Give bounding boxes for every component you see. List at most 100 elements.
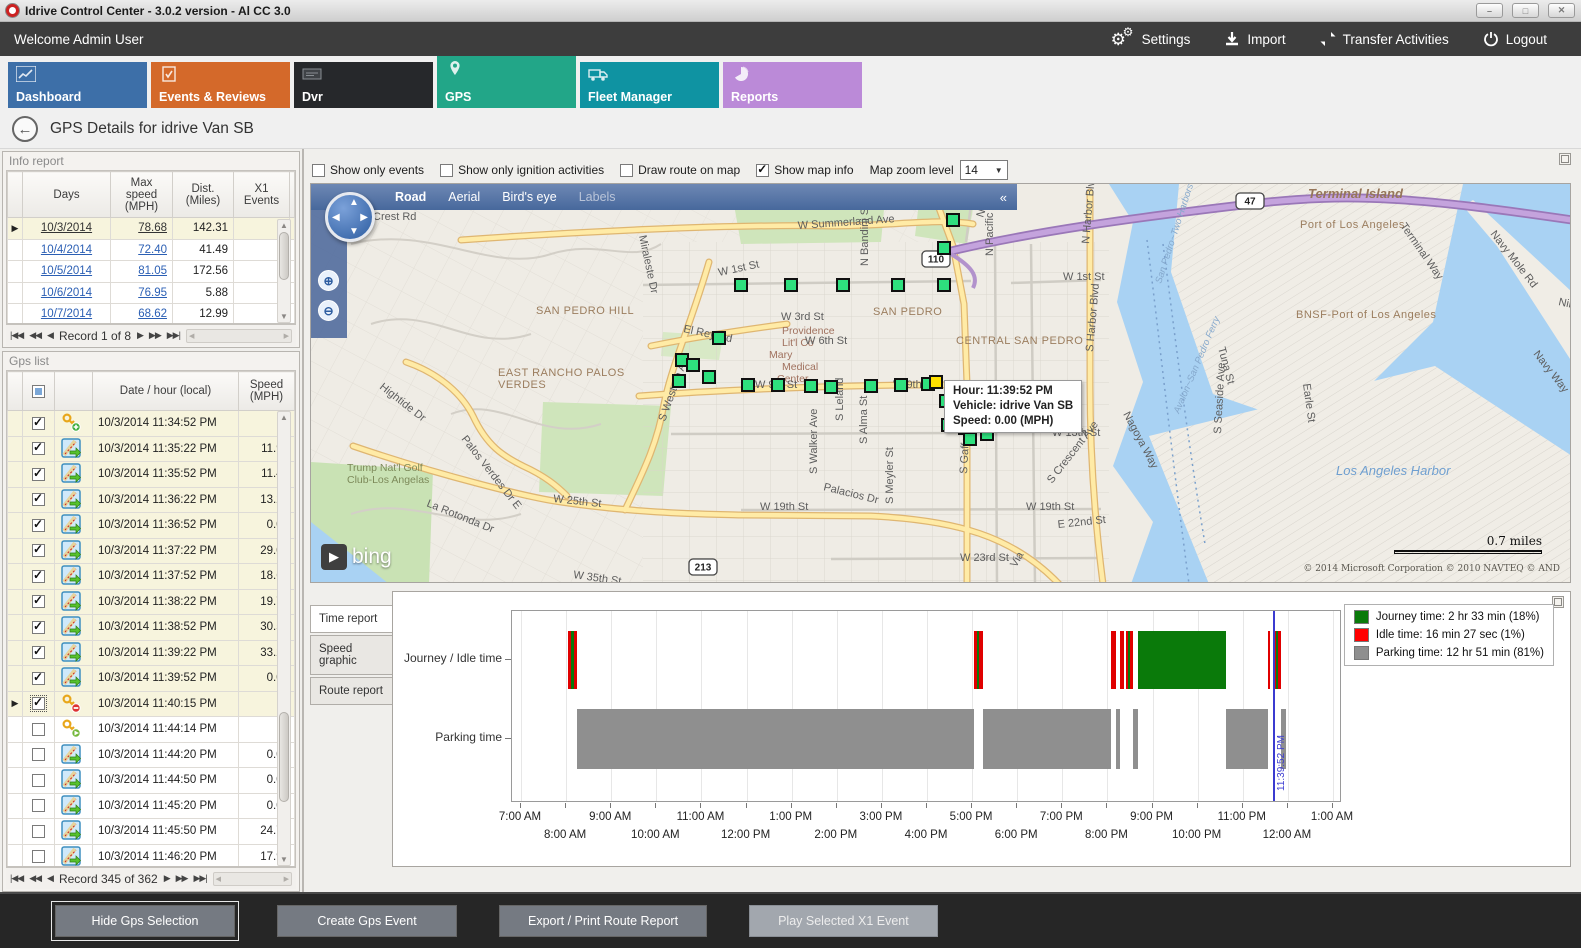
row-checkbox[interactable]	[32, 519, 45, 532]
map-option-draw-route-on-map[interactable]: Draw route on map	[620, 163, 740, 177]
gps-marker[interactable]	[735, 279, 747, 291]
gps-marker[interactable]	[865, 380, 877, 392]
gps-table-row[interactable]: 10/3/2014 11:44:20 PM0.00	[8, 742, 295, 768]
row-checkbox[interactable]	[32, 570, 45, 583]
create-gps-event-button[interactable]: Create Gps Event	[277, 905, 457, 937]
gps-table-row[interactable]: 10/3/2014 11:36:52 PM0.00	[8, 513, 295, 539]
info-table-row[interactable]: ▶10/3/201478.68142.310	[8, 218, 295, 240]
row-checkbox[interactable]	[32, 646, 45, 659]
map[interactable]: Road Aerial Bird's eye Labels « ▲▼ ◀▶ ⊕ …	[310, 183, 1571, 583]
gps-marker[interactable]	[837, 279, 849, 291]
info-column-header[interactable]: Max speed (MPH)	[111, 172, 173, 218]
select-all-checkbox[interactable]	[32, 385, 45, 398]
next-icon[interactable]: ▶	[137, 330, 143, 341]
gps-table-row[interactable]: 10/3/2014 11:45:20 PM0.00	[8, 793, 295, 819]
prev-group-icon[interactable]: ◀◀	[29, 873, 41, 884]
gps-marker[interactable]	[895, 379, 907, 391]
gps-marker[interactable]	[938, 279, 950, 291]
selected-gps-marker[interactable]	[930, 376, 942, 388]
gps-marker[interactable]	[892, 279, 904, 291]
gps-marker[interactable]	[805, 380, 817, 392]
row-checkbox[interactable]	[32, 442, 45, 455]
info-column-header[interactable]: X1 Events	[234, 172, 290, 218]
map-style-labels[interactable]: Labels	[579, 190, 616, 204]
gps-marker[interactable]	[947, 214, 959, 226]
next-group-icon[interactable]: ▶▶	[149, 330, 161, 341]
export-print-route-report-button[interactable]: Export / Print Route Report	[499, 905, 707, 937]
day-link[interactable]: 10/7/2014	[41, 308, 92, 320]
max-speed-link[interactable]: 81.05	[138, 265, 167, 277]
row-checkbox[interactable]	[32, 672, 45, 685]
map-style-birdseye[interactable]: Bird's eye	[502, 190, 557, 204]
gps-table-row[interactable]: 10/3/2014 11:44:14 PM	[8, 717, 295, 743]
tab-dashboard[interactable]: Dashboard	[8, 62, 147, 108]
checkbox[interactable]	[620, 164, 633, 177]
max-speed-link[interactable]: 72.40	[138, 244, 167, 256]
map-style-aerial[interactable]: Aerial	[448, 190, 480, 204]
tab-events-reviews[interactable]: Events & Reviews	[151, 62, 290, 108]
gps-scrollbar[interactable]: ▲ ▼	[277, 411, 291, 866]
map-zoom-out-button[interactable]: ⊖	[318, 300, 339, 321]
row-checkbox[interactable]	[32, 621, 45, 634]
gps-column-speed[interactable]: Speed (MPH)	[239, 372, 295, 411]
row-checkbox[interactable]	[32, 774, 45, 787]
row-checkbox[interactable]	[32, 723, 45, 736]
gps-table-row[interactable]: 10/3/2014 11:35:22 PM11.97	[8, 436, 295, 462]
gps-marker[interactable]	[825, 381, 837, 393]
menubar-action-logout[interactable]: Logout	[1483, 29, 1547, 49]
max-speed-link[interactable]: 76.95	[138, 287, 167, 299]
gps-column-date[interactable]: Date / hour (local)	[93, 372, 239, 411]
minimize-button[interactable]: –	[1476, 3, 1503, 18]
row-checkbox[interactable]	[32, 748, 45, 761]
checkbox[interactable]	[756, 164, 769, 177]
gps-marker[interactable]	[713, 332, 725, 344]
tab-fleet-manager[interactable]: Fleet Manager	[580, 62, 719, 108]
gps-marker[interactable]	[703, 371, 715, 383]
info-table-row[interactable]: 10/5/201481.05172.562	[8, 261, 295, 283]
row-checkbox[interactable]	[32, 468, 45, 481]
gps-table-row[interactable]: 10/3/2014 11:35:52 PM11.47	[8, 462, 295, 488]
tab-gps[interactable]: GPS	[437, 56, 576, 108]
max-speed-link[interactable]: 78.68	[138, 222, 167, 234]
day-link[interactable]: 10/3/2014	[41, 222, 92, 234]
map-zoom-in-button[interactable]: ⊕	[318, 270, 339, 291]
menubar-action-transfer-activities[interactable]: Transfer Activities	[1320, 29, 1449, 49]
row-checkbox[interactable]	[32, 825, 45, 838]
chart-tab-time-report[interactable]: Time report	[310, 605, 392, 633]
gps-table-row[interactable]: 10/3/2014 11:38:52 PM30.55	[8, 615, 295, 641]
row-checkbox[interactable]	[32, 697, 45, 710]
gps-table-row[interactable]: 10/3/2014 11:39:52 PM0.00	[8, 666, 295, 692]
next-group-icon[interactable]: ▶▶	[176, 873, 188, 884]
row-checkbox[interactable]	[32, 544, 45, 557]
last-page-icon[interactable]: ▶▶|	[167, 330, 180, 341]
gps-table-row[interactable]: 10/3/2014 11:37:22 PM29.05	[8, 538, 295, 564]
map-option-show-only-ignition-activities[interactable]: Show only ignition activities	[440, 163, 604, 177]
collapse-map-panel-button[interactable]	[1559, 153, 1571, 165]
gps-marker[interactable]	[785, 279, 797, 291]
info-table-row[interactable]: 10/4/201472.4041.491	[8, 239, 295, 261]
menubar-action-settings[interactable]: ⚙⚙Settings	[1111, 29, 1191, 49]
day-link[interactable]: 10/5/2014	[41, 265, 92, 277]
gps-table-row[interactable]: 10/3/2014 11:39:22 PM33.21	[8, 640, 295, 666]
last-page-icon[interactable]: ▶▶|	[193, 873, 206, 884]
gps-marker[interactable]	[742, 379, 754, 391]
gps-hscrollbar[interactable]: ◀▶	[213, 872, 292, 886]
chart-tab-speed-graphic[interactable]: Speed graphic	[310, 635, 392, 675]
gps-table-row[interactable]: 10/3/2014 11:46:20 PM17.93	[8, 844, 295, 867]
prev-icon[interactable]: ◀	[47, 873, 53, 884]
first-page-icon[interactable]: |◀◀	[10, 873, 23, 884]
map-option-show-map-info[interactable]: Show map info	[756, 163, 853, 177]
gps-table-row[interactable]: ▶10/3/2014 11:40:15 PM	[8, 691, 295, 717]
close-button[interactable]: ✕	[1548, 3, 1575, 18]
map-toolbar-collapse-icon[interactable]: «	[1000, 190, 1007, 205]
info-scrollbar[interactable]: ▲ ▼	[277, 219, 291, 323]
select-all-header[interactable]	[23, 372, 55, 411]
checkbox[interactable]	[312, 164, 325, 177]
gps-table-row[interactable]: 10/3/2014 11:45:50 PM24.75	[8, 819, 295, 845]
gps-marker[interactable]	[673, 375, 685, 387]
prev-icon[interactable]: ◀	[47, 330, 53, 341]
maximize-button[interactable]: □	[1512, 3, 1539, 18]
tab-reports[interactable]: Reports	[723, 62, 862, 108]
time-cursor-line[interactable]	[1273, 611, 1275, 801]
info-table-row[interactable]: 10/7/201468.6212.990	[8, 304, 295, 325]
